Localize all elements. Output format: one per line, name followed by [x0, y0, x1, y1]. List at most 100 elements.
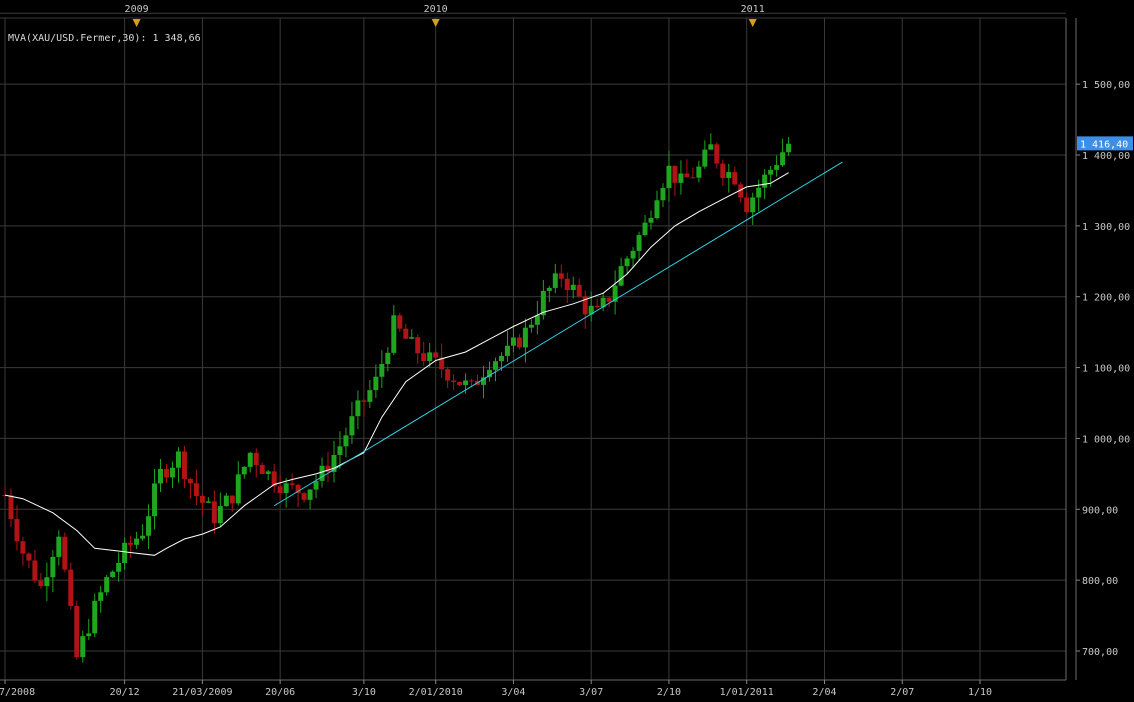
candle-body	[492, 361, 498, 370]
candle-body	[175, 451, 181, 468]
candle-body	[187, 478, 193, 484]
candle-body	[26, 553, 32, 561]
candle-body	[762, 174, 768, 188]
x-tick-label: 2/10	[657, 687, 681, 698]
candle-body	[684, 173, 690, 178]
candle-body	[744, 197, 750, 213]
candle-body	[181, 451, 187, 479]
candle-body	[391, 315, 397, 353]
x-tick-label: 1/01/2011	[720, 687, 774, 698]
indicator-label: MVA(XAU/USD.Fermer,30): 1 348,66	[8, 33, 201, 44]
price-tag-value: 1 416,40	[1080, 139, 1128, 150]
candle-body	[451, 380, 457, 382]
x-tick-label: 2/01/2010	[409, 687, 463, 698]
x-tick-label: 2/07	[890, 687, 914, 698]
candle-body	[427, 352, 433, 362]
candle-body	[403, 328, 409, 339]
candle-body	[343, 435, 349, 447]
candle-body	[636, 235, 642, 251]
candle-body	[642, 222, 648, 236]
candle-body	[409, 337, 415, 339]
candle-body	[62, 536, 68, 570]
candle-body	[576, 284, 582, 297]
candle-body	[594, 305, 600, 308]
x-tick-label: 21/03/2009	[172, 687, 232, 698]
candle-body	[546, 287, 552, 291]
candle-body	[259, 465, 265, 474]
candle-body	[630, 250, 636, 259]
candle-body	[552, 273, 558, 288]
candle-body	[98, 592, 104, 601]
candle-body	[199, 495, 205, 503]
candle-body	[158, 468, 164, 484]
chart-background	[0, 0, 1134, 702]
candle-body	[241, 466, 247, 475]
candle-body	[104, 577, 110, 593]
x-tick-label: 2/04	[812, 687, 836, 698]
candle-body	[253, 452, 259, 466]
candle-body	[301, 493, 307, 500]
candle-body	[732, 172, 738, 185]
y-tick-label: 1 500,00	[1082, 80, 1130, 91]
candle-body	[146, 516, 152, 536]
year-label: 2009	[125, 4, 149, 15]
candle-body	[696, 166, 702, 178]
candle-body	[672, 165, 678, 183]
candle-body	[570, 284, 576, 291]
candle-body	[164, 468, 170, 478]
candle-body	[134, 538, 140, 545]
y-tick-label: 1 400,00	[1082, 151, 1130, 162]
candle-body	[750, 197, 756, 213]
candle-body	[307, 489, 313, 500]
candle-body	[128, 542, 134, 545]
candle-body	[313, 480, 319, 490]
candle-body	[768, 169, 774, 175]
x-tick-label: 20/12	[110, 687, 140, 698]
y-tick-label: 700,00	[1082, 647, 1118, 658]
x-tick-label: 26/07/2008	[0, 687, 35, 698]
candle-body	[8, 495, 14, 520]
y-tick-label: 1 000,00	[1082, 434, 1130, 445]
candle-body	[56, 536, 62, 557]
candle-body	[110, 571, 116, 578]
candle-body	[385, 352, 391, 364]
candle-body	[319, 465, 325, 481]
candle-body	[510, 337, 516, 346]
candle-body	[361, 400, 367, 402]
x-tick-label: 3/07	[579, 687, 603, 698]
candle-body	[283, 483, 289, 494]
candle-body	[463, 380, 469, 386]
candle-body	[140, 535, 146, 539]
candle-body	[624, 258, 630, 267]
candle-body	[116, 562, 122, 572]
candle-body	[498, 355, 504, 362]
candle-body	[714, 144, 720, 164]
candlestick-chart: 2009 2010 2011 700,00 800,00 900,00 1 000,00 1…	[0, 0, 1134, 702]
x-tick-label: 3/04	[501, 687, 525, 698]
candle-body	[648, 218, 654, 223]
candle-body	[229, 495, 235, 504]
x-tick-label: 1/10	[968, 687, 992, 698]
candle-body	[379, 363, 385, 377]
candle-body	[774, 165, 780, 170]
x-tick-label: 20/06	[265, 687, 295, 698]
candle-body	[415, 337, 421, 354]
candle-body	[68, 569, 74, 606]
candle-body	[445, 369, 451, 381]
candle-body	[74, 605, 80, 658]
last-price-tag: 1 416,40	[1077, 136, 1133, 151]
candle-body	[397, 315, 403, 329]
candle-body	[726, 172, 732, 178]
y-tick-label: 900,00	[1082, 505, 1118, 516]
candle-body	[433, 352, 439, 358]
candle-body	[469, 380, 475, 382]
year-label: 2010	[424, 4, 448, 15]
candle-body	[38, 580, 44, 587]
candle-body	[80, 636, 86, 658]
candle-body	[522, 327, 528, 348]
candle-body	[654, 200, 660, 219]
candle-body	[618, 266, 624, 286]
candle-body	[558, 273, 564, 279]
candle-body	[223, 495, 229, 507]
candle-body	[50, 556, 56, 578]
